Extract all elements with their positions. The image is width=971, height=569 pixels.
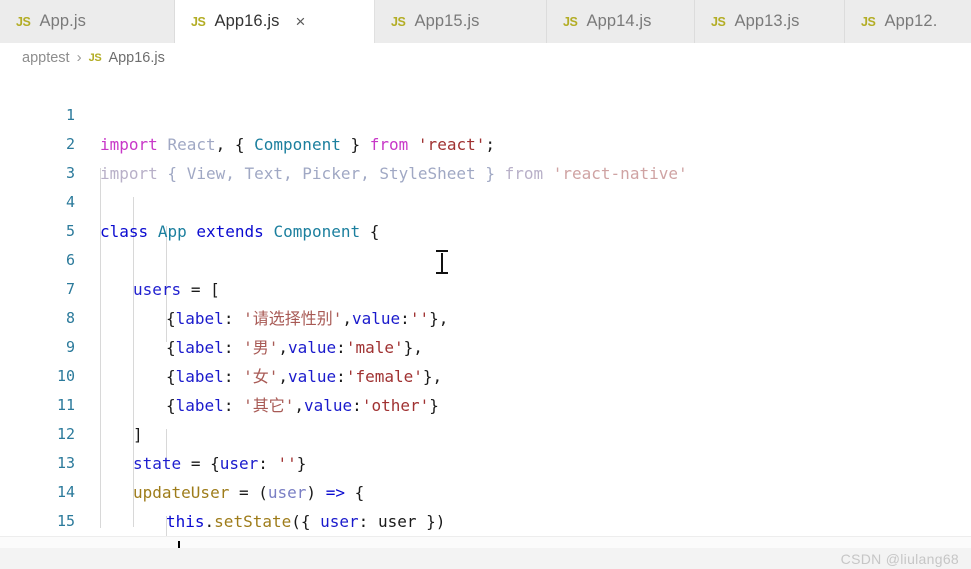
js-file-icon: JS [711,14,726,29]
chevron-right-icon: › [76,49,82,66]
js-file-icon: JS [16,14,31,29]
bottom-bar [0,548,971,569]
editor-tab-bar: JS App.js JS App16.js × JS App15.js JS A… [0,0,971,44]
tab-label: App12. [884,12,938,30]
editor-tab-app13-js[interactable]: JS App13.js [695,0,845,43]
code-line[interactable]: 5 [0,188,971,240]
code-line-current[interactable]: 17 r [0,536,971,548]
code-line[interactable]: 10 {label: '其它',value:'other'} [0,333,971,415]
editor-tab-app12-js[interactable]: JS App12. [845,0,971,43]
code-line[interactable]: 9 {label: '女',value:'female'}, [0,304,971,386]
breadcrumb-file[interactable]: App16.js [108,50,164,66]
editor-tab-app14-js[interactable]: JS App14.js [547,0,695,43]
code-line[interactable]: 3 [0,130,971,182]
js-file-icon: JS [563,14,578,29]
tab-label: App.js [39,12,86,30]
breadcrumb-folder[interactable]: apptest [22,50,70,66]
code-line[interactable]: 6 users = [ [0,217,971,299]
code-line[interactable]: 2 import { View, Text, Picker, StyleShee… [0,101,971,183]
code-line[interactable]: 16 render() { [0,507,971,548]
code-line[interactable]: 1 import React, { Component } from 'reac… [0,72,971,154]
js-file-icon: JS [88,51,102,64]
code-line[interactable]: 7 {label: '请选择性别',value:''}, [0,246,971,328]
watermark: CSDN @liulang68 [840,550,959,567]
tab-label: App13.js [734,12,800,30]
code-line[interactable]: 15 } [0,478,971,548]
close-icon[interactable]: × [296,13,306,30]
tab-label: App16.js [214,12,280,30]
breadcrumb: apptest › JS App16.js [0,43,971,72]
code-line[interactable]: 8 {label: '男',value:'male'}, [0,275,971,357]
tab-label: App15.js [414,12,480,30]
editor-tab-app-js[interactable]: JS App.js [0,0,175,43]
code-line[interactable]: 11 ] [0,362,971,444]
code-line[interactable]: 13 updateUser = (user) => { [0,420,971,502]
js-file-icon: JS [391,14,406,29]
code-line[interactable]: 12 state = {user: ''} [0,391,971,473]
code-line[interactable]: 4 class App extends Component { [0,159,971,241]
js-file-icon: JS [191,14,206,29]
code-editor[interactable]: 1 import React, { Component } from 'reac… [0,72,971,548]
js-file-icon: JS [861,14,876,29]
code-line[interactable]: 14 this.setState({ user: user }) [0,449,971,531]
text-caret [178,541,180,548]
editor-tab-app15-js[interactable]: JS App15.js [375,0,547,43]
tab-label: App14.js [586,12,652,30]
vscode-window: JS App.js JS App16.js × JS App15.js JS A… [0,0,971,569]
editor-tab-app16-js[interactable]: JS App16.js × [175,0,375,43]
code-lines[interactable]: 1 import React, { Component } from 'reac… [0,72,971,548]
